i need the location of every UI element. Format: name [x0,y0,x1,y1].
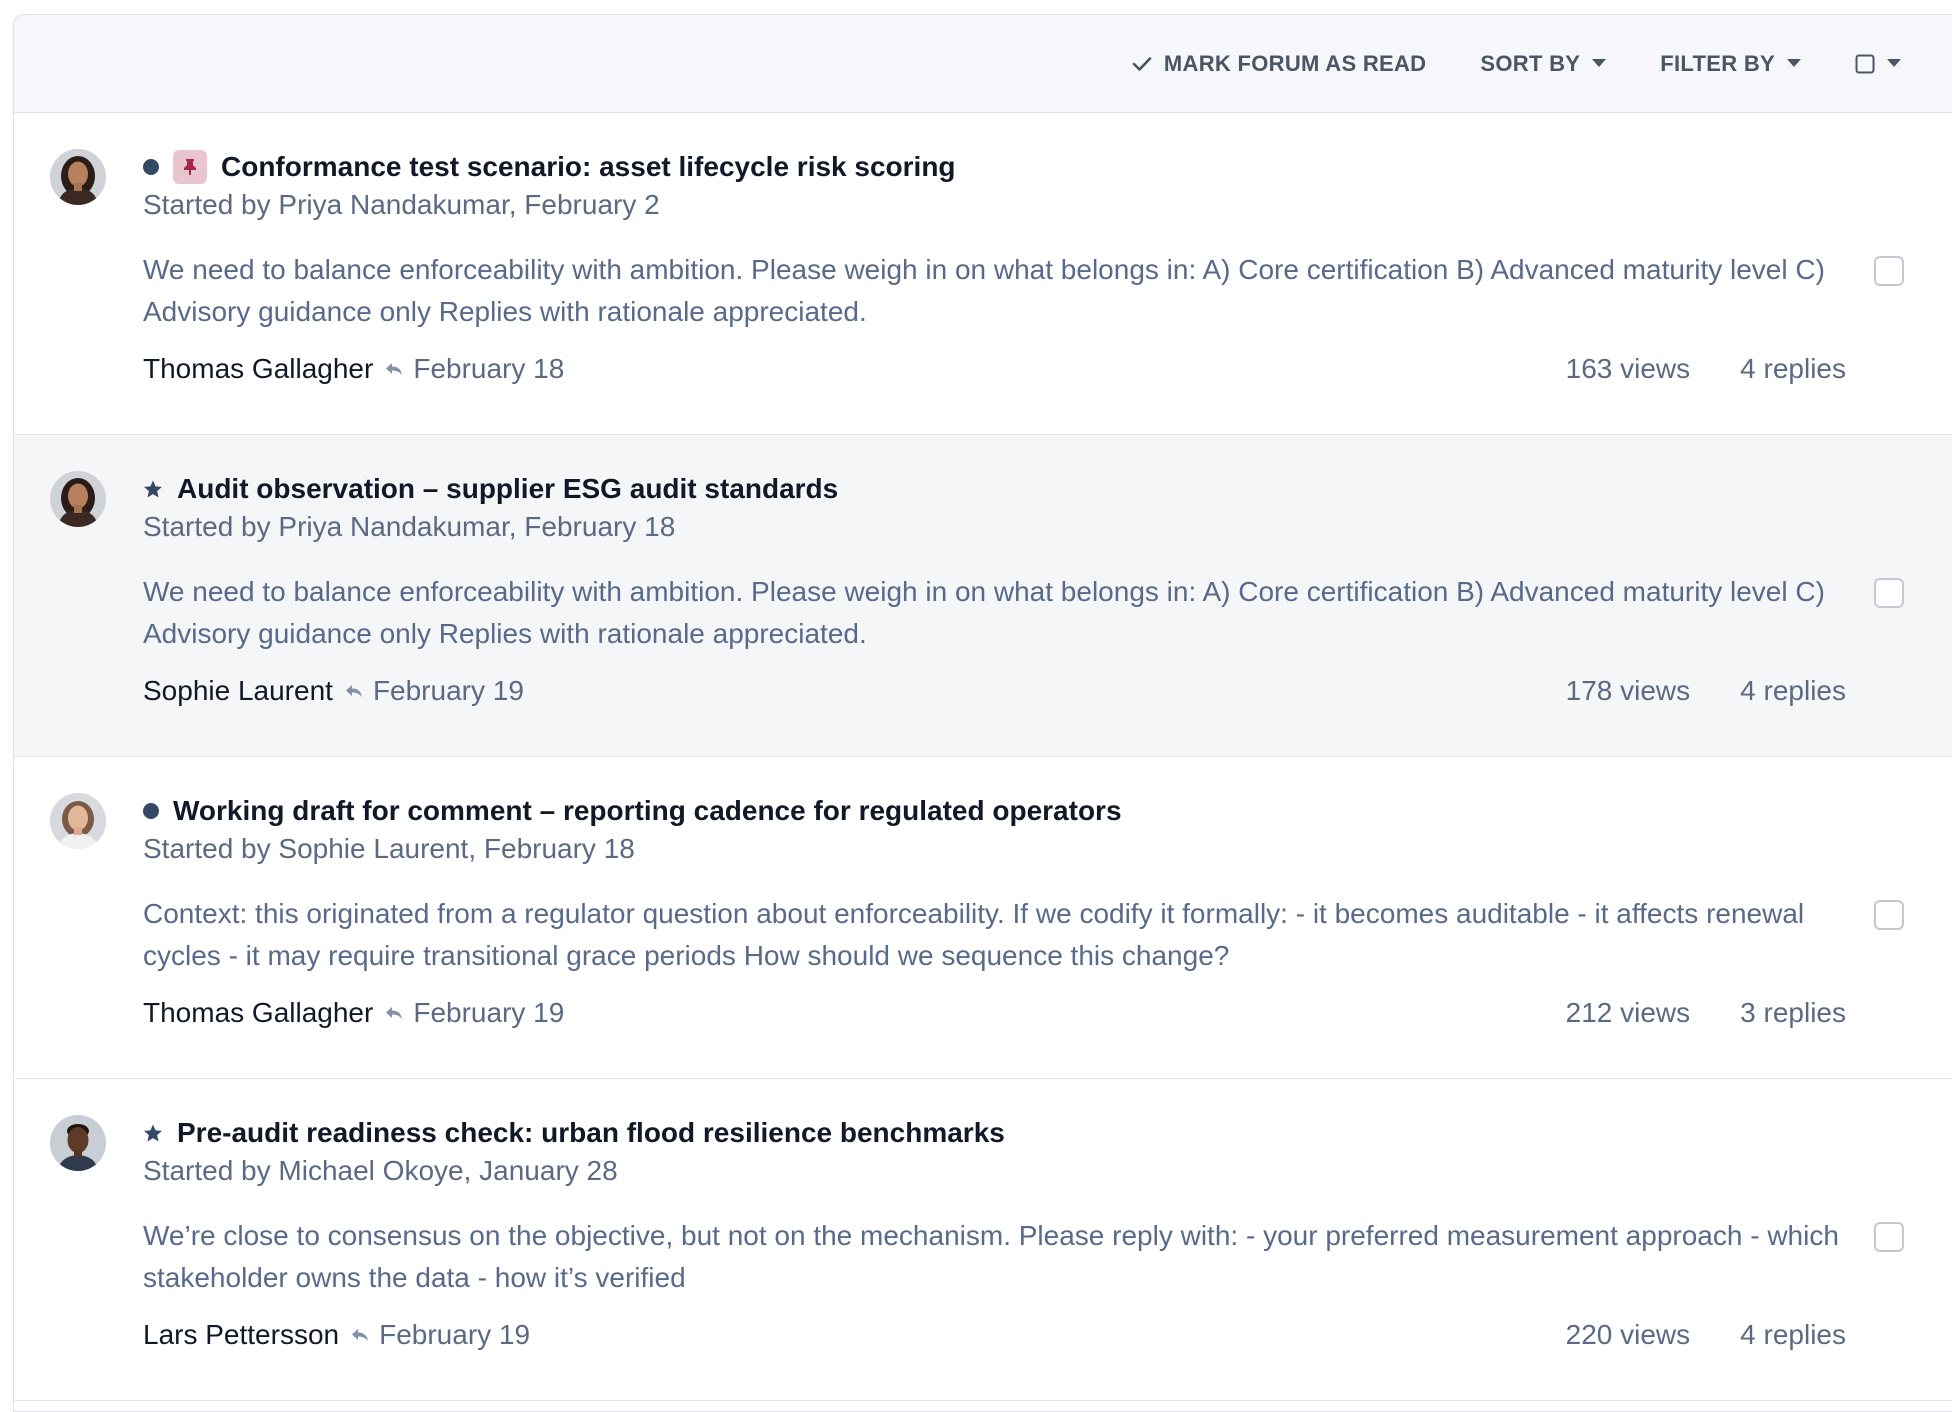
thread-title[interactable]: Pre-audit readiness check: urban flood r… [177,1117,1005,1149]
thread-row[interactable]: Pre-audit readiness check: urban flood r… [14,1079,1952,1401]
pin-icon [173,150,207,184]
reply-arrow-icon [351,1328,369,1342]
last-reply-date[interactable]: February 18 [413,353,564,385]
caret-down-icon [1787,59,1801,67]
thread-row[interactable]: Working draft for comment – reporting ca… [14,757,1952,1079]
thread-select-checkbox[interactable] [1874,256,1904,286]
last-reply-author[interactable]: Thomas Gallagher [143,997,373,1029]
select-all-dropdown[interactable] [1855,54,1901,74]
thread-started-by: Started by Sophie Laurent, February 18 [143,833,635,864]
thread-select-checkbox[interactable] [1874,578,1904,608]
views-count: 220 views [1565,1319,1691,1350]
thread-excerpt: We’re close to consensus on the objectiv… [143,1220,1839,1293]
filter-by-dropdown[interactable]: FILTER BY [1660,51,1801,77]
thread-excerpt: Context: this originated from a regulato… [143,898,1805,971]
checkbox-icon [1855,54,1875,73]
views-count: 178 views [1565,675,1691,706]
forum-toolbar: MARK FORUM AS READ SORT BY FILTER BY [14,15,1952,113]
caret-down-icon [1592,59,1607,67]
avatar[interactable] [50,1115,106,1171]
reply-arrow-icon [385,362,403,376]
thread-row[interactable]: Conformance test scenario: asset lifecyc… [14,113,1952,435]
thread-started-by: Started by Priya Nandakumar, February 18 [143,511,676,542]
thread-select-checkbox[interactable] [1874,1222,1904,1252]
last-reply-author[interactable]: Sophie Laurent [143,675,333,707]
user-photo-icon [50,1115,106,1171]
checkmark-icon [1132,56,1152,71]
thread-started-by: Started by Michael Okoye, January 28 [143,1155,618,1186]
views-count: 212 views [1565,997,1691,1028]
reply-arrow-icon [345,684,363,698]
thread-title[interactable]: Conformance test scenario: asset lifecyc… [221,151,956,183]
replies-count: 4 replies [1740,675,1846,706]
user-photo-icon [50,471,106,527]
user-photo-icon [50,149,106,205]
replies-count: 3 replies [1740,997,1846,1028]
unread-dot [143,803,159,819]
thread-excerpt: We need to balance enforceability with a… [143,576,1825,649]
star-icon [143,480,163,499]
avatar[interactable] [50,149,106,205]
last-reply-date[interactable]: February 19 [379,1319,530,1351]
replies-count: 4 replies [1740,353,1846,384]
last-reply-author[interactable]: Thomas Gallagher [143,353,373,385]
reply-arrow-icon [385,1006,403,1020]
unread-dot [143,159,159,175]
star-icon [143,1124,163,1143]
mark-forum-read-button[interactable]: MARK FORUM AS READ [1132,51,1426,77]
thread-row[interactable]: Audit observation – supplier ESG audit s… [14,435,1952,757]
avatar[interactable] [50,471,106,527]
thread-title[interactable]: Working draft for comment – reporting ca… [173,795,1122,827]
sort-by-label: SORT BY [1480,50,1581,76]
last-reply-date[interactable]: February 19 [413,997,564,1029]
filter-by-label: FILTER BY [1660,50,1775,76]
thread-excerpt: We need to balance enforceability with a… [143,254,1825,327]
avatar[interactable] [50,793,106,849]
thread-started-by: Started by Priya Nandakumar, February 2 [143,189,660,220]
views-count: 163 views [1565,353,1691,384]
thread-select-checkbox[interactable] [1874,900,1904,930]
thread-title[interactable]: Audit observation – supplier ESG audit s… [177,473,838,505]
last-reply-date[interactable]: February 19 [373,675,524,707]
mark-forum-read-label: MARK FORUM AS READ [1163,50,1427,76]
user-photo-icon [50,793,106,849]
replies-count: 4 replies [1740,1319,1846,1350]
forum-panel: MARK FORUM AS READ SORT BY FILTER BY Con… [13,14,1952,1412]
sort-by-dropdown[interactable]: SORT BY [1480,50,1607,77]
caret-down-icon [1887,59,1901,67]
last-reply-author[interactable]: Lars Pettersson [143,1319,339,1351]
